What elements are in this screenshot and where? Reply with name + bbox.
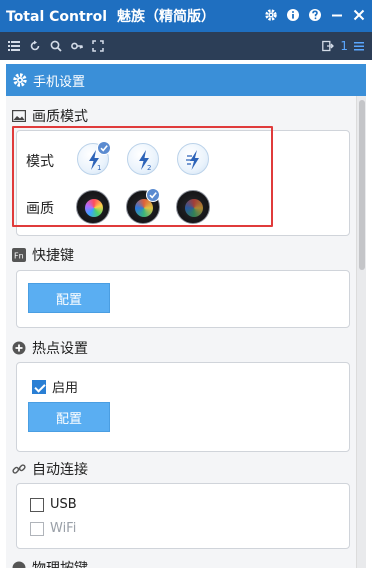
usb-checkbox[interactable]: USB [30,497,77,512]
close-icon[interactable] [352,6,366,24]
section-title: 快捷键 [32,248,74,264]
color-wheel-icon [185,199,203,217]
minimize-icon[interactable] [330,6,344,24]
checkbox-label: USB [50,497,77,512]
scrollbar[interactable] [356,96,366,568]
section-shortcut: Fn 快捷键 [12,245,74,265]
checkbox-disabled [30,521,44,536]
svg-text:Fn: Fn [14,252,24,261]
section-hotspot: 热点设置 [12,338,88,358]
info-icon[interactable] [286,6,300,24]
settings-gear-icon [13,73,27,87]
quality-option-1[interactable] [76,190,110,224]
quality-label: 画质 [26,201,54,217]
refresh-icon[interactable] [29,40,41,52]
menu-icon[interactable] [354,40,364,52]
panel-header: 手机设置 [6,64,366,96]
lightning-icon: 2 [139,150,151,172]
shortcut-config-button[interactable]: 配置 [28,283,110,313]
svg-text:2: 2 [147,164,151,172]
export-icon[interactable] [322,40,335,52]
checkbox-checked[interactable] [32,379,46,394]
device-count: 1 [340,39,348,53]
section-quality-mode: 画质模式 [12,106,88,126]
svg-text:1: 1 [97,164,101,172]
keys-icon [12,561,26,568]
fn-key-icon: Fn [12,248,26,262]
hotspot-enable-checkbox[interactable]: 启用 [32,377,78,396]
mode-option-2[interactable]: 2 [127,143,159,175]
help-icon[interactable] [308,6,322,24]
auto-connect-box [16,483,350,549]
fast-lightning-icon [186,150,199,170]
list-icon[interactable] [8,40,20,52]
checkbox-label: WiFi [50,521,77,536]
section-physical-keys: 物理按键 [12,558,88,568]
section-title: 自动连接 [32,462,88,478]
section-auto-connect: 自动连接 [12,459,88,479]
app-name: Total Control [6,9,107,25]
device-name: 魅族（精简版） [117,9,215,25]
toolbar: 1 [0,32,372,60]
section-title: 热点设置 [32,341,88,357]
window-title: Total Control 魅族（精简版） [0,6,215,26]
zoom-icon[interactable] [50,40,62,52]
window-controls [264,6,366,24]
wifi-checkbox: WiFi [30,521,76,536]
plus-circle-icon [12,341,26,355]
checkbox-label: 启用 [52,381,79,396]
fullscreen-icon[interactable] [92,40,104,52]
section-title: 物理按键 [32,558,88,568]
link-icon [12,464,26,474]
scrollbar-thumb[interactable] [359,100,365,270]
color-wheel-icon [85,199,103,217]
settings-gear-icon[interactable] [264,6,278,24]
key-icon[interactable] [71,40,83,52]
mode-label: 模式 [26,154,54,170]
panel-title: 手机设置 [33,74,86,90]
image-icon [12,110,26,122]
toolbar-right: 1 [322,39,364,53]
quality-option-3[interactable] [176,190,210,224]
section-title: 画质模式 [32,109,88,125]
selected-check-icon [97,141,111,155]
hotspot-config-button[interactable]: 配置 [28,402,110,432]
checkbox-unchecked[interactable] [30,497,44,512]
selected-check-icon [146,188,160,202]
title-bar: Total Control 魅族（精简版） [0,0,372,32]
mode-option-3[interactable] [177,143,209,175]
